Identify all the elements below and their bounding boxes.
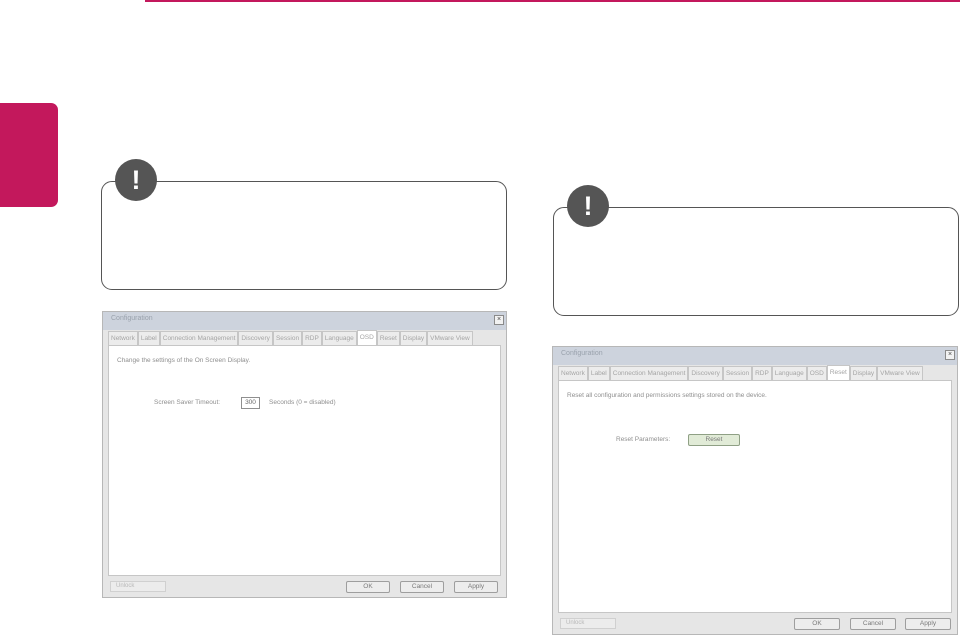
tab-osd[interactable]: OSD bbox=[806, 366, 827, 380]
tab-discovery[interactable]: Discovery bbox=[688, 366, 723, 380]
close-icon[interactable]: × bbox=[945, 350, 955, 360]
dialog-title-bar[interactable]: Configuration × bbox=[103, 312, 506, 330]
reset-parameters-label: Reset Parameters: bbox=[616, 436, 671, 443]
dialog-button-bar: Unlock OK Cancel Apply bbox=[108, 580, 501, 594]
panel-description: Reset all configuration and permissions … bbox=[567, 392, 767, 399]
apply-button[interactable]: Apply bbox=[905, 618, 951, 630]
tab-strip: Network Label Connection Management Disc… bbox=[108, 330, 501, 345]
tab-rdp[interactable]: RDP bbox=[752, 366, 772, 380]
configuration-dialog-reset: Configuration × Network Label Connection… bbox=[552, 346, 958, 635]
tab-language[interactable]: Language bbox=[771, 366, 807, 380]
tab-strip: Network Label Connection Management Disc… bbox=[558, 365, 952, 380]
tab-label[interactable]: Label bbox=[137, 331, 160, 345]
dialog-button-bar: Unlock OK Cancel Apply bbox=[558, 617, 952, 631]
tab-network[interactable]: Network bbox=[558, 366, 588, 380]
note-box-left bbox=[101, 181, 507, 290]
tab-discovery[interactable]: Discovery bbox=[238, 331, 273, 345]
osd-panel: Change the settings of the On Screen Dis… bbox=[108, 345, 501, 576]
apply-button[interactable]: Apply bbox=[454, 581, 498, 593]
tab-connection-management[interactable]: Connection Management bbox=[609, 366, 689, 380]
configuration-dialog-osd: Configuration × Network Label Connection… bbox=[102, 311, 507, 598]
note-box-right bbox=[553, 207, 959, 316]
timeout-units-label: Seconds (0 = disabled) bbox=[269, 399, 336, 406]
panel-description: Change the settings of the On Screen Dis… bbox=[117, 357, 251, 364]
tab-label[interactable]: Label bbox=[587, 366, 610, 380]
section-tab bbox=[0, 103, 58, 207]
note-divider-right bbox=[675, 207, 825, 208]
tab-vmware-view[interactable]: VMware View bbox=[427, 331, 473, 345]
tab-rdp[interactable]: RDP bbox=[302, 331, 322, 345]
dialog-title-bar[interactable]: Configuration × bbox=[553, 347, 957, 365]
screen-saver-timeout-input[interactable]: 300 bbox=[241, 397, 260, 409]
reset-panel: Reset all configuration and permissions … bbox=[558, 380, 952, 613]
dialog-title: Configuration bbox=[111, 315, 153, 322]
note-icon: ! bbox=[567, 185, 609, 227]
unlock-button[interactable]: Unlock bbox=[110, 581, 166, 592]
note-icon: ! bbox=[115, 159, 157, 201]
note-divider-left bbox=[218, 181, 368, 182]
tab-session[interactable]: Session bbox=[722, 366, 753, 380]
close-icon[interactable]: × bbox=[494, 315, 504, 325]
ok-button[interactable]: OK bbox=[794, 618, 840, 630]
reset-button[interactable]: Reset bbox=[688, 434, 740, 446]
header-rule bbox=[145, 0, 960, 2]
tab-display[interactable]: Display bbox=[399, 331, 428, 345]
tab-language[interactable]: Language bbox=[321, 331, 357, 345]
tab-connection-management[interactable]: Connection Management bbox=[159, 331, 239, 345]
tab-vmware-view[interactable]: VMware View bbox=[877, 366, 923, 380]
tab-reset[interactable]: Reset bbox=[376, 331, 400, 345]
dialog-title: Configuration bbox=[561, 350, 603, 357]
unlock-button[interactable]: Unlock bbox=[560, 618, 616, 629]
tab-network[interactable]: Network bbox=[108, 331, 138, 345]
cancel-button[interactable]: Cancel bbox=[850, 618, 896, 630]
tab-session[interactable]: Session bbox=[272, 331, 303, 345]
tab-reset[interactable]: Reset bbox=[826, 365, 850, 380]
ok-button[interactable]: OK bbox=[346, 581, 390, 593]
tab-display[interactable]: Display bbox=[849, 366, 878, 380]
cancel-button[interactable]: Cancel bbox=[400, 581, 444, 593]
screen-saver-timeout-label: Screen Saver Timeout: bbox=[154, 399, 221, 406]
tab-osd[interactable]: OSD bbox=[356, 330, 377, 345]
